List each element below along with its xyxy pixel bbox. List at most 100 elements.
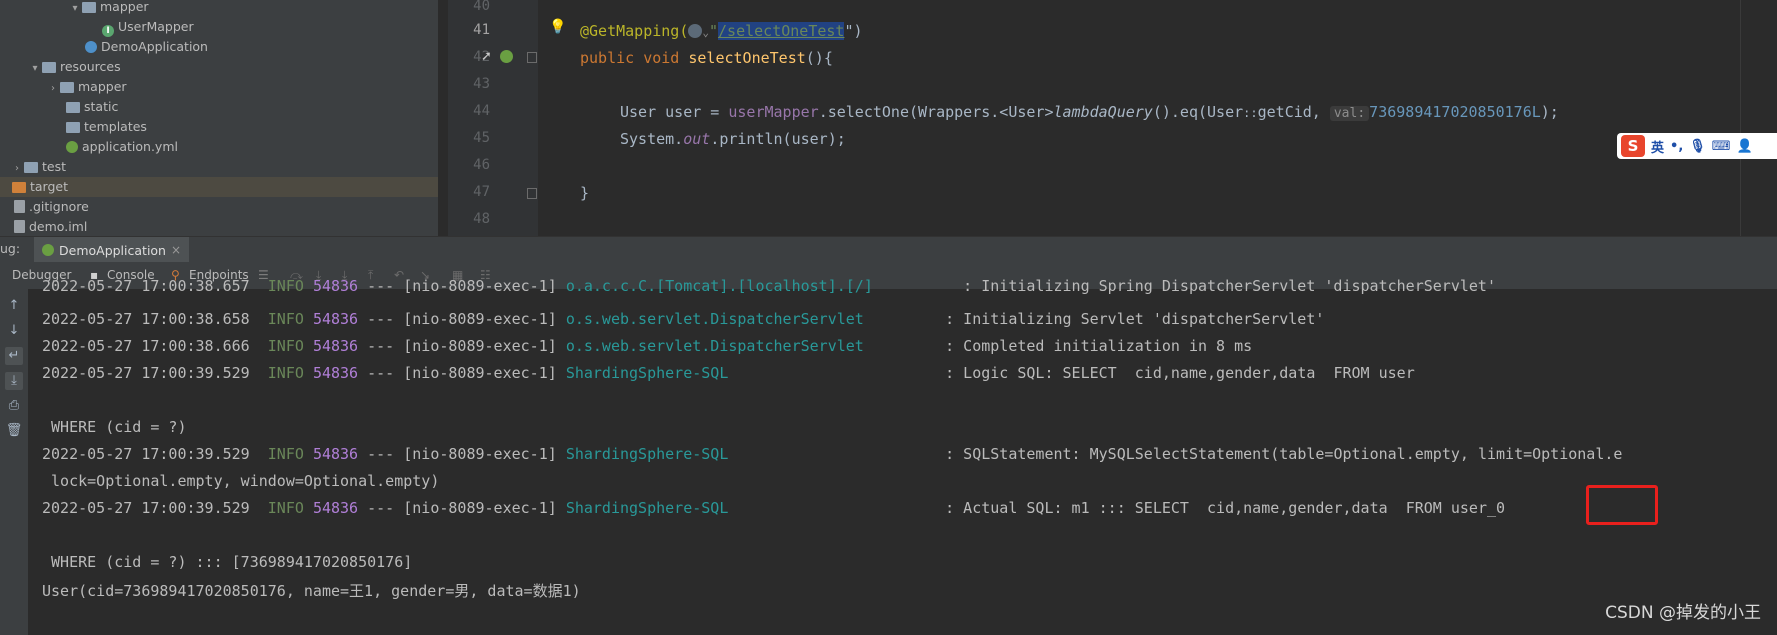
tree-item-static[interactable]: static (66, 97, 118, 117)
log-message: : Logic SQL: SELECT cid,name,gender,data… (945, 364, 1415, 382)
log-continuation[interactable]: WHERE (cid = ?) (42, 418, 186, 436)
log-level: INFO (267, 337, 304, 355)
debug-tab-demoapplication[interactable]: DemoApplication × (34, 237, 190, 263)
log-level: INFO (267, 277, 304, 295)
keyboard-icon[interactable]: ⌨ (1712, 139, 1731, 154)
spring-endpoint-icon[interactable] (500, 50, 513, 63)
close-icon[interactable]: × (171, 243, 181, 257)
log-logger[interactable]: o.s.web.servlet.DispatcherServlet (566, 337, 864, 355)
log-message: : SQLStatement: MySQLSelectStatement(tab… (945, 445, 1623, 463)
log-logger[interactable]: o.a.c.c.C.[Tomcat].[localhost].[/] (566, 277, 873, 295)
tree-item-usermapper[interactable]: I UserMapper (102, 17, 194, 37)
globe-icon[interactable] (688, 24, 703, 38)
code-line-42[interactable]: public void selectOneTest(){ (580, 49, 833, 67)
right-margin-guide (1740, 0, 1741, 236)
log-line[interactable]: 2022-05-27 17:00:39.529 INFO 54836 --- [… (42, 364, 1415, 382)
arrow-down-icon[interactable]: ↓ (5, 322, 23, 340)
log-pid: 54836 (312, 337, 359, 355)
spring-class-icon (85, 41, 97, 53)
chevron-down-icon[interactable]: ▾ (28, 59, 42, 79)
sogou-logo-icon[interactable]: S (1621, 135, 1645, 157)
line-number: 46 (473, 157, 490, 173)
tree-item-mapper-resources[interactable]: › mapper (46, 77, 127, 97)
run-icon[interactable]: ➚ (481, 49, 495, 64)
watermark: CSDN @掉发的小王 (1605, 603, 1761, 623)
line-number: 44 (473, 103, 490, 119)
annotation-text: @GetMapping( (580, 22, 689, 40)
log-separator: --- (367, 499, 395, 517)
field-name: out (683, 130, 711, 148)
keyword: void (643, 49, 680, 67)
tree-item-test[interactable]: › test (10, 157, 66, 177)
log-level: INFO (267, 499, 304, 517)
mapping-path[interactable]: /selectOneTest (718, 22, 845, 40)
log-continuation[interactable]: WHERE (cid = ?) ::: [736989417020850176] (42, 553, 412, 571)
print-icon[interactable]: ⎙ (5, 397, 23, 415)
tree-item-resources[interactable]: ▾ resources (28, 57, 120, 79)
log-result[interactable]: User(cid=736989417020850176, name=王1, ge… (42, 580, 581, 601)
chevron-right-icon[interactable]: › (10, 159, 24, 179)
log-thread: [nio-8089-exec-1] (403, 445, 557, 463)
log-separator: --- (367, 445, 395, 463)
fold-icon[interactable] (527, 188, 537, 199)
log-logger[interactable]: ShardingSphere-SQL (566, 499, 729, 517)
line-number: 48 (473, 211, 490, 227)
log-thread: [nio-8089-exec-1] (403, 277, 557, 295)
ime-toolbar[interactable]: S 英 •, 🎙 ⌨ 👤 (1617, 133, 1777, 159)
log-message: : Completed initialization in 8 ms (945, 337, 1253, 355)
log-continuation[interactable]: lock=Optional.empty, window=Optional.emp… (42, 472, 439, 490)
user-icon[interactable]: 👤 (1737, 139, 1753, 154)
method-name: selectOneTest (688, 49, 806, 67)
log-pid: 54836 (312, 364, 359, 382)
lightbulb-icon[interactable]: 💡 (549, 19, 566, 35)
ime-punct-toggle[interactable]: •, (1670, 139, 1683, 154)
trash-icon[interactable]: 🗑 (5, 422, 23, 440)
log-line[interactable]: 2022-05-27 17:00:39.529 INFO 54836 --- [… (42, 499, 1505, 517)
code-line-47[interactable]: } (580, 184, 589, 202)
project-tree[interactable]: ▾ mapper I UserMapper DemoApplication ▾ res… (0, 0, 438, 236)
arrow-up-icon[interactable]: ↑ (5, 297, 23, 315)
log-logger[interactable]: o.s.web.servlet.DispatcherServlet (566, 310, 864, 328)
log-thread: [nio-8089-exec-1] (403, 364, 557, 382)
tree-item-application-yml[interactable]: application.yml (66, 137, 178, 157)
spring-boot-icon (42, 244, 54, 256)
chevron-right-icon[interactable]: › (46, 79, 60, 99)
code-line-44[interactable]: User user = userMapper.selectOne(Wrapper… (620, 103, 1559, 121)
soft-wrap-icon[interactable]: ↵ (5, 347, 23, 365)
tree-item-mapper[interactable]: ▾ mapper (68, 0, 148, 19)
code-text: ().eq(User (1152, 103, 1244, 121)
log-logger[interactable]: ShardingSphere-SQL (566, 445, 729, 463)
file-icon (14, 220, 25, 233)
chevron-down-icon[interactable]: ⌄ (702, 26, 709, 39)
tree-item-target[interactable]: target (0, 177, 438, 197)
ime-lang-toggle[interactable]: 英 (1651, 137, 1664, 156)
line-number: 40 (473, 0, 490, 14)
log-line[interactable]: 2022-05-27 17:00:38.658 INFO 54836 --- [… (42, 310, 1324, 328)
code-line-45[interactable]: System.out.println(user); (620, 130, 846, 148)
keyword: public (580, 49, 635, 67)
chevron-down-icon[interactable]: ▾ (68, 0, 82, 19)
line-number: 43 (473, 76, 490, 92)
log-pid: 54836 (312, 310, 359, 328)
tree-item-gitignore[interactable]: .gitignore (14, 197, 89, 217)
code-line-41[interactable]: @GetMapping(⌄"/selectOneTest") (580, 22, 863, 40)
debug-label: ug: (0, 241, 21, 256)
tree-item-demoapplication[interactable]: DemoApplication (85, 37, 208, 57)
log-message: : Initializing Servlet 'dispatcherServle… (945, 310, 1325, 328)
file-icon (14, 200, 25, 213)
fold-icon[interactable] (527, 52, 537, 63)
microphone-icon[interactable]: 🎙 (1689, 139, 1706, 154)
folder-icon (24, 162, 38, 173)
log-timestamp: 2022-05-27 17:00:39.529 (42, 445, 250, 463)
scroll-to-end-icon[interactable]: ⤓ (5, 372, 23, 390)
log-line[interactable]: 2022-05-27 17:00:39.529 INFO 54836 --- [… (42, 445, 1622, 463)
log-logger[interactable]: ShardingSphere-SQL (566, 364, 729, 382)
tree-item-demo-iml[interactable]: demo.iml (14, 217, 87, 236)
code-text: User user = (620, 103, 729, 121)
log-line[interactable]: 2022-05-27 17:00:38.657 INFO 54836 --- [… (42, 277, 1496, 295)
log-line[interactable]: 2022-05-27 17:00:38.666 INFO 54836 --- [… (42, 337, 1252, 355)
line-number: 41 (473, 22, 490, 38)
tree-item-templates[interactable]: templates (66, 117, 147, 137)
log-pid: 54836 (312, 445, 359, 463)
string-quote: " (709, 22, 719, 40)
